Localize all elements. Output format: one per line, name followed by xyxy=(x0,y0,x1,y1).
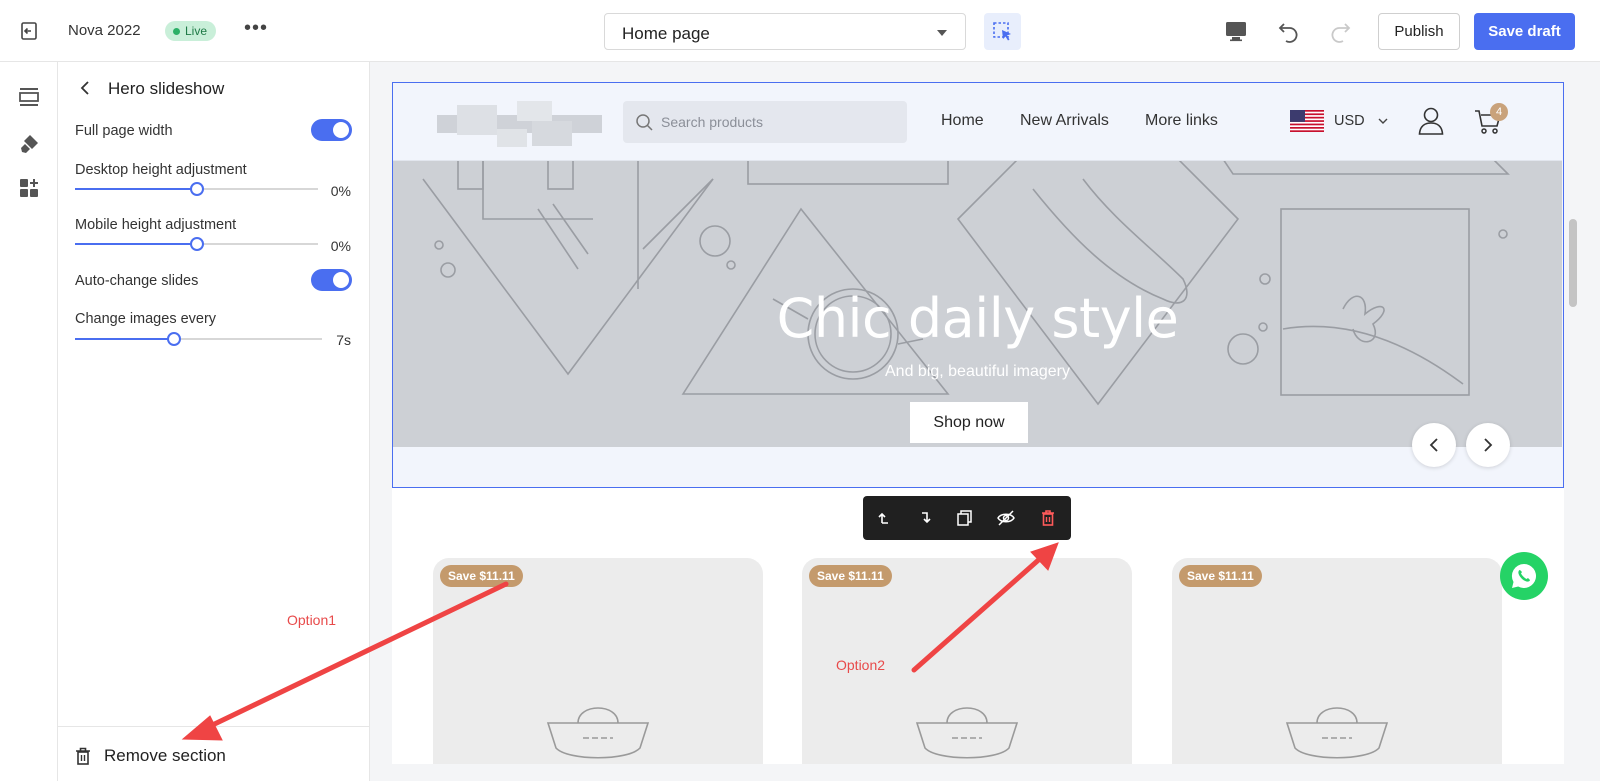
change-every-label: Change images every xyxy=(75,311,217,327)
move-down-icon[interactable] xyxy=(915,508,935,528)
change-every-value: 7s xyxy=(336,332,351,348)
delete-trash-icon[interactable] xyxy=(1038,508,1058,528)
panel-title: Hero slideshow xyxy=(108,79,225,98)
currency-selector[interactable]: USD xyxy=(1334,113,1365,129)
preview-scrollbar[interactable] xyxy=(1569,219,1577,307)
search-icon xyxy=(636,114,653,131)
auto-change-toggle[interactable] xyxy=(311,269,352,291)
undo-icon[interactable] xyxy=(1276,18,1302,44)
chevron-left-icon xyxy=(1429,438,1438,452)
store-header: Search products Home New Arrivals More l… xyxy=(393,83,1562,161)
inspect-select-button[interactable] xyxy=(984,13,1021,50)
product-placeholder-icon xyxy=(1285,707,1389,759)
nav-link-home[interactable]: Home xyxy=(941,112,984,130)
full-page-width-label: Full page width xyxy=(75,123,173,139)
back-chevron-icon[interactable] xyxy=(78,80,94,96)
redo-icon[interactable] xyxy=(1327,18,1353,44)
product-card[interactable]: Save $11.11 xyxy=(433,558,763,764)
slide-next-button[interactable] xyxy=(1466,423,1510,467)
full-page-width-toggle[interactable] xyxy=(311,119,352,141)
nav-link-more-links[interactable]: More links xyxy=(1145,112,1218,130)
slider-knob[interactable] xyxy=(190,182,204,196)
mobile-height-slider[interactable] xyxy=(75,237,318,251)
hero-image: Chic daily style And big, beautiful imag… xyxy=(393,159,1562,447)
apps-add-icon[interactable] xyxy=(17,176,41,200)
duplicate-icon[interactable] xyxy=(955,508,975,528)
mobile-height-value: 0% xyxy=(330,238,351,254)
desktop-height-value: 0% xyxy=(330,183,351,199)
page-selector-value: Home page xyxy=(622,24,710,43)
save-draft-button[interactable]: Save draft xyxy=(1474,13,1575,50)
product-card[interactable]: Save $11.11 xyxy=(1172,558,1502,764)
annotation-option1: Option1 xyxy=(287,612,337,628)
exit-icon[interactable] xyxy=(18,20,40,42)
slider-fill xyxy=(75,338,174,340)
store-search-input[interactable]: Search products xyxy=(623,101,907,143)
account-icon[interactable] xyxy=(1418,107,1444,135)
slider-fill xyxy=(75,188,197,190)
live-label: Live xyxy=(185,24,208,38)
desktop-view-icon[interactable] xyxy=(1223,18,1249,44)
save-badge: Save $11.11 xyxy=(1179,565,1262,587)
mobile-height-label: Mobile height adjustment xyxy=(75,217,237,233)
hero-slideshow-section[interactable]: Chic daily style And big, beautiful imag… xyxy=(392,82,1564,488)
desktop-height-label: Desktop height adjustment xyxy=(75,162,247,178)
save-badge: Save $11.11 xyxy=(809,565,892,587)
remove-section-label: Remove section xyxy=(104,746,226,765)
product-placeholder-icon xyxy=(546,707,650,759)
product-placeholder-icon xyxy=(915,707,1019,759)
section-toolbar xyxy=(863,496,1071,540)
store-logo xyxy=(437,101,602,147)
side-rail xyxy=(0,62,58,781)
search-placeholder: Search products xyxy=(661,114,763,130)
publish-button[interactable]: Publish xyxy=(1378,13,1460,50)
hero-subtitle: And big, beautiful imagery xyxy=(885,363,1070,380)
move-up-icon[interactable] xyxy=(875,508,895,528)
cursor-select-icon xyxy=(993,22,1011,41)
page-selector[interactable]: Home page xyxy=(604,13,966,50)
store-preview: Chic daily style And big, beautiful imag… xyxy=(392,82,1564,764)
whatsapp-chat-button[interactable] xyxy=(1500,552,1548,600)
live-badge: Live xyxy=(165,21,217,41)
cart-count-badge: 4 xyxy=(1490,103,1508,121)
theme-brush-icon[interactable] xyxy=(17,132,41,156)
whatsapp-icon xyxy=(1511,563,1537,588)
chevron-down-icon xyxy=(1378,118,1388,124)
live-dot-icon xyxy=(173,27,180,35)
hero-title: Chic daily style xyxy=(776,287,1179,350)
chevron-right-icon xyxy=(1484,438,1493,452)
change-every-slider[interactable] xyxy=(75,332,322,346)
preview-canvas: Chic daily style And big, beautiful imag… xyxy=(370,62,1600,781)
section-settings-panel: Hero slideshow Full page width Desktop h… xyxy=(58,62,370,781)
shop-now-button[interactable]: Shop now xyxy=(910,402,1028,443)
annotation-option2: Option2 xyxy=(836,657,886,673)
more-options-button[interactable]: ••• xyxy=(244,17,268,40)
top-bar: Nova 2022 Live ••• Home page Publish Sav… xyxy=(0,0,1600,62)
us-flag-icon[interactable] xyxy=(1290,110,1324,132)
chevron-down-icon xyxy=(937,30,947,36)
trash-icon xyxy=(76,747,90,765)
sections-icon[interactable] xyxy=(17,85,41,109)
nav-link-new-arrivals[interactable]: New Arrivals xyxy=(1020,112,1109,130)
slider-knob[interactable] xyxy=(167,332,181,346)
save-badge: Save $11.11 xyxy=(440,565,523,587)
store-name: Nova 2022 xyxy=(68,22,141,39)
auto-change-label: Auto-change slides xyxy=(75,273,199,289)
slider-knob[interactable] xyxy=(190,237,204,251)
hide-icon[interactable] xyxy=(996,508,1016,528)
slider-fill xyxy=(75,243,197,245)
remove-section-button[interactable]: Remove section xyxy=(58,726,370,781)
slide-prev-button[interactable] xyxy=(1412,423,1456,467)
desktop-height-slider[interactable] xyxy=(75,182,318,196)
